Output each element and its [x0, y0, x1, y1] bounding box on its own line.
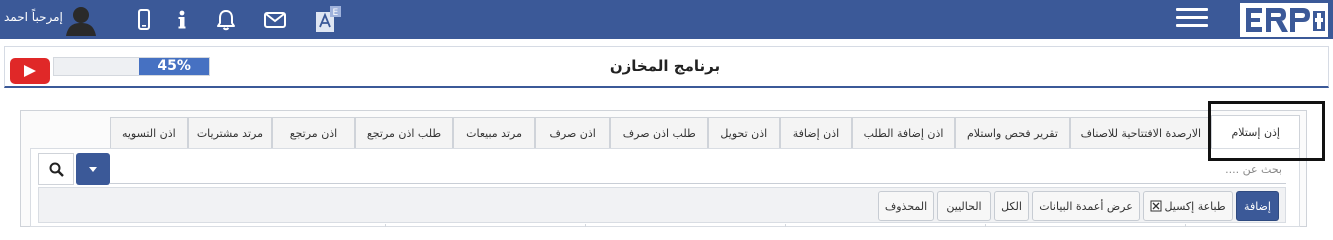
filter-all-button[interactable]: الكل	[994, 191, 1029, 221]
search-button[interactable]	[38, 153, 74, 185]
column-divider	[1185, 224, 1186, 227]
tab-receipt-permit[interactable]: إذن إستلام	[1211, 115, 1300, 148]
user-avatar-icon[interactable]	[64, 4, 98, 36]
tab-settlement-permit[interactable]: اذن التسويه	[110, 117, 188, 148]
add-button[interactable]: إضافة	[1236, 191, 1279, 221]
tab-opening-balances[interactable]: الارصدة الافتتاحية للاصناف	[1070, 117, 1212, 148]
tab-issue-request[interactable]: طلب اذن صرف	[610, 117, 708, 148]
tab-transfer-permit[interactable]: اذن تحويل	[707, 117, 780, 148]
tab-sales-return[interactable]: مرتد مبيعات	[453, 117, 535, 148]
progress-bar: 45%	[53, 57, 210, 76]
tab-add-request-permit[interactable]: اذن إضافة الطلب	[852, 117, 955, 148]
youtube-button[interactable]	[10, 58, 50, 84]
tab-inspection-report[interactable]: تقرير فحص واستلام	[954, 117, 1071, 148]
tab-return-permit[interactable]: اذن مرتجع	[272, 117, 355, 148]
search-options-dropdown[interactable]	[76, 153, 110, 185]
mobile-icon[interactable]	[132, 8, 156, 32]
page-title: برنامج المخازن	[609, 57, 721, 75]
search-input[interactable]	[110, 156, 1286, 184]
erp-logo	[1240, 3, 1328, 37]
translate-icon[interactable]: E	[313, 3, 343, 35]
excel-label: طباعة إكسيل	[1164, 199, 1226, 213]
show-columns-button[interactable]: عرض أعمدة البيانات	[1032, 191, 1140, 221]
tab-return-request[interactable]: طلب اذن مرتجع	[354, 117, 454, 148]
page-header: 45% برنامج المخازن	[4, 46, 1329, 88]
svg-text:E: E	[333, 8, 339, 18]
envelope-icon[interactable]	[263, 8, 287, 32]
filter-current-button[interactable]: الحاليين	[937, 191, 991, 221]
menu-icon[interactable]	[1176, 4, 1208, 32]
print-excel-button[interactable]: طباعة إكسيل	[1143, 191, 1233, 221]
column-divider	[985, 224, 986, 227]
play-icon	[24, 65, 36, 77]
column-divider	[785, 224, 786, 227]
progress-label: 45%	[157, 58, 191, 74]
bell-icon[interactable]	[214, 8, 238, 32]
user-greeting: إمرحباً احمد	[4, 10, 63, 24]
app-root: إمرحباً احمد E 45% برنامج المخازن إذن إس…	[0, 0, 1333, 227]
top-navbar: إمرحباً احمد E	[0, 0, 1333, 39]
tabs-bar: إذن إستلام الارصدة الافتتاحية للاصناف تق…	[110, 115, 1300, 148]
tab-purchase-return[interactable]: مرتد مشتريات	[187, 117, 273, 148]
column-divider	[585, 224, 586, 227]
info-icon[interactable]	[170, 8, 194, 32]
tab-add-permit[interactable]: اذن إضافة	[779, 117, 853, 148]
column-divider	[385, 224, 386, 227]
tab-issue-permit[interactable]: اذن صرف	[534, 117, 611, 148]
search-icon	[49, 162, 64, 177]
caret-down-icon	[89, 167, 97, 172]
filter-deleted-button[interactable]: المحذوف	[878, 191, 934, 221]
excel-icon	[1150, 200, 1162, 212]
